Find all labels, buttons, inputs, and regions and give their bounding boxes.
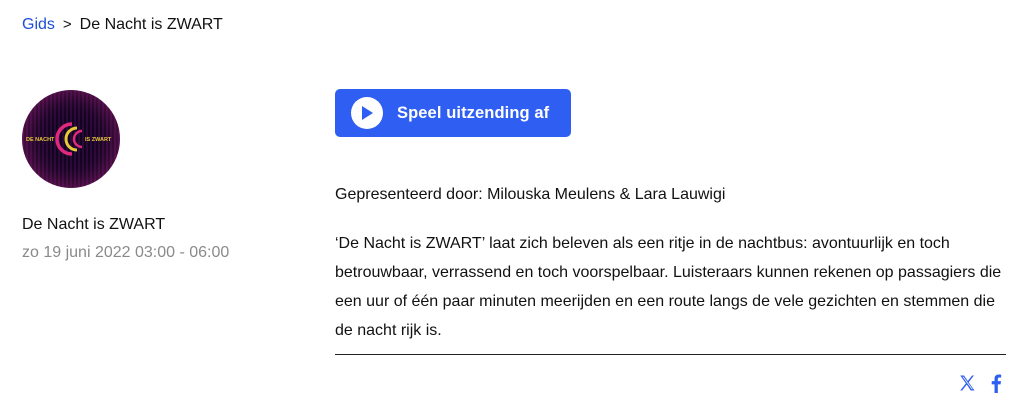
divider [335, 354, 1006, 355]
x-twitter-icon[interactable] [958, 374, 976, 392]
breadcrumb-current: De Nacht is ZWART [79, 16, 223, 33]
play-button-label: Speel uitzending af [397, 103, 550, 122]
show-logo: DE NACHT IS ZWART [22, 90, 120, 188]
share-buttons [958, 373, 1002, 393]
show-title: De Nacht is ZWART [22, 216, 166, 233]
breadcrumb-gids-link[interactable]: Gids [22, 16, 55, 34]
show-datetime: zo 19 juni 2022 03:00 - 06:00 [22, 244, 230, 261]
breadcrumb-separator: > [62, 15, 72, 33]
presenters-text: Gepresenteerd door: Milouska Meulens & L… [335, 186, 726, 203]
show-description: ‘De Nacht is ZWART’ laat zich beleven al… [335, 235, 1002, 339]
facebook-icon[interactable] [990, 373, 1002, 393]
play-icon [351, 97, 383, 129]
logo-text-left: DE NACHT [26, 137, 55, 143]
play-broadcast-button[interactable]: Speel uitzending af [335, 89, 571, 137]
logo-text-right: IS ZWART [85, 137, 112, 143]
breadcrumb: Gids > De Nacht is ZWART [22, 16, 223, 34]
